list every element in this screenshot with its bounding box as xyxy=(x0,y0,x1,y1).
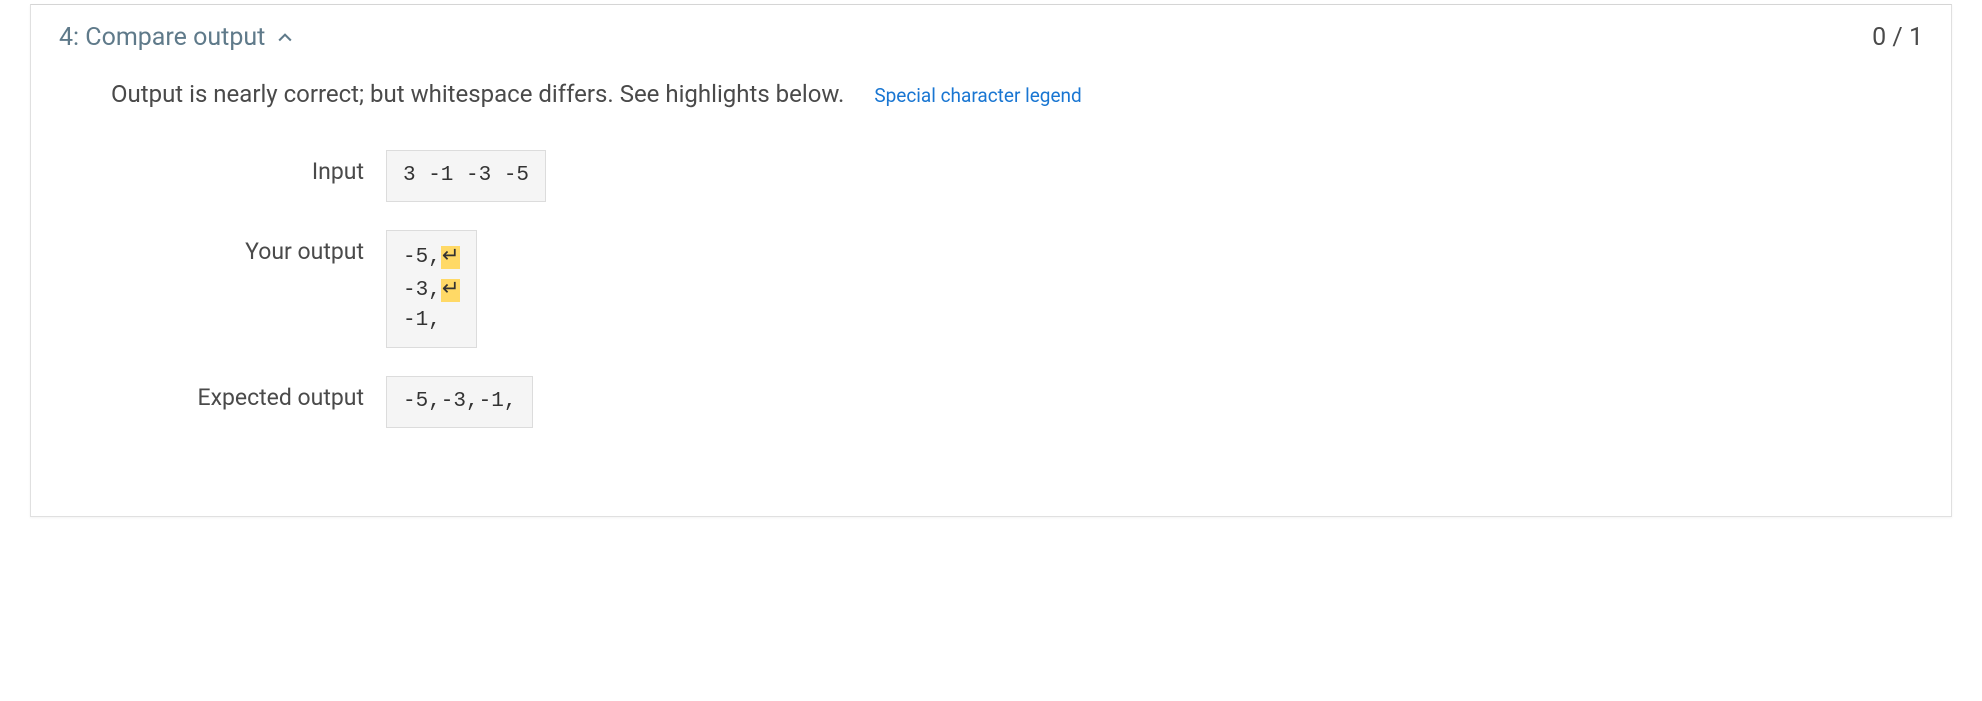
output-line: -5,↵ xyxy=(403,241,460,273)
output-line-text: -5, xyxy=(403,246,441,269)
output-line-text: -3, xyxy=(403,279,441,302)
panel-body: Output is nearly correct; but whitespace… xyxy=(31,60,1951,516)
newline-icon: ↵ xyxy=(442,244,460,267)
your-output-value: -5,↵-3,↵-1, xyxy=(386,230,477,347)
your-output-row: Your output -5,↵-3,↵-1, xyxy=(111,230,1871,347)
highlighted-newline: ↵ xyxy=(441,279,461,302)
message-row: Output is nearly correct; but whitespace… xyxy=(111,80,1871,108)
special-char-legend-link[interactable]: Special character legend xyxy=(874,84,1081,107)
newline-icon: ↵ xyxy=(442,277,460,300)
expected-output-label: Expected output xyxy=(111,376,386,411)
input-label: Input xyxy=(111,150,386,185)
output-line: -3,↵ xyxy=(403,274,460,306)
expected-output-value: -5,-3,-1, xyxy=(386,376,533,428)
chevron-up-icon xyxy=(275,28,295,48)
input-row: Input 3 -1 -3 -5 xyxy=(111,150,1871,202)
compare-output-panel: 4: Compare output 0 / 1 Output is nearly… xyxy=(30,4,1952,517)
expected-output-row: Expected output -5,-3,-1, xyxy=(111,376,1871,428)
result-message: Output is nearly correct; but whitespace… xyxy=(111,80,844,108)
output-line: -1, xyxy=(403,306,460,336)
score-text: 0 / 1 xyxy=(1872,23,1923,52)
input-value: 3 -1 -3 -5 xyxy=(386,150,546,202)
highlighted-newline: ↵ xyxy=(441,246,461,269)
panel-title-row: 4: Compare output xyxy=(59,23,295,52)
panel-header[interactable]: 4: Compare output 0 / 1 xyxy=(31,5,1951,60)
your-output-label: Your output xyxy=(111,230,386,265)
output-line-text: -1, xyxy=(403,309,441,332)
panel-title-text: 4: Compare output xyxy=(59,23,265,52)
